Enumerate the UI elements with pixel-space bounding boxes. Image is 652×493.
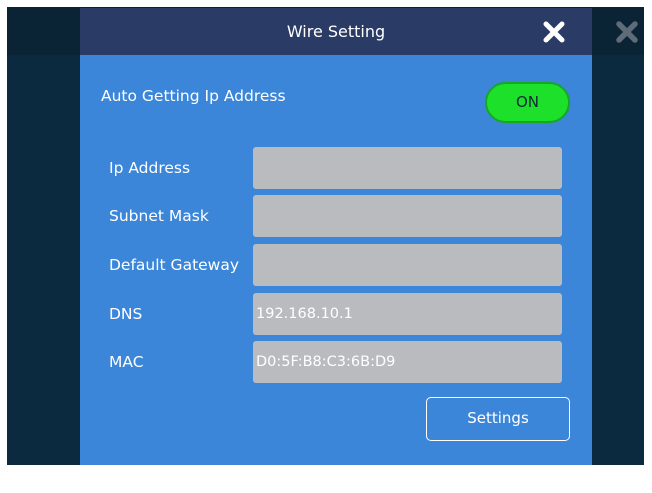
app-screen: Wire Setting Auto Getting Ip Address ON … bbox=[7, 7, 644, 465]
screen-bottom-margin bbox=[0, 465, 652, 493]
close-icon[interactable] bbox=[542, 20, 566, 44]
mac-field[interactable] bbox=[253, 341, 562, 383]
subnet-mask-field[interactable] bbox=[253, 195, 562, 237]
default-gateway-label: Default Gateway bbox=[109, 256, 240, 274]
default-gateway-field[interactable] bbox=[253, 244, 562, 286]
dialog-title: Wire Setting bbox=[286, 22, 386, 41]
wire-setting-dialog: Wire Setting Auto Getting Ip Address ON … bbox=[80, 8, 592, 465]
auto-ip-toggle[interactable]: ON bbox=[485, 82, 570, 123]
background-close-icon bbox=[614, 19, 640, 45]
dialog-header: Wire Setting bbox=[80, 8, 592, 55]
subnet-mask-label: Subnet Mask bbox=[109, 207, 209, 225]
auto-ip-label: Auto Getting Ip Address bbox=[101, 87, 286, 105]
settings-button[interactable]: Settings bbox=[426, 397, 570, 441]
ip-address-field[interactable] bbox=[253, 147, 562, 189]
dns-label: DNS bbox=[109, 305, 143, 323]
dns-field[interactable] bbox=[253, 293, 562, 335]
ip-address-label: Ip Address bbox=[109, 159, 191, 177]
mac-label: MAC bbox=[109, 353, 144, 371]
